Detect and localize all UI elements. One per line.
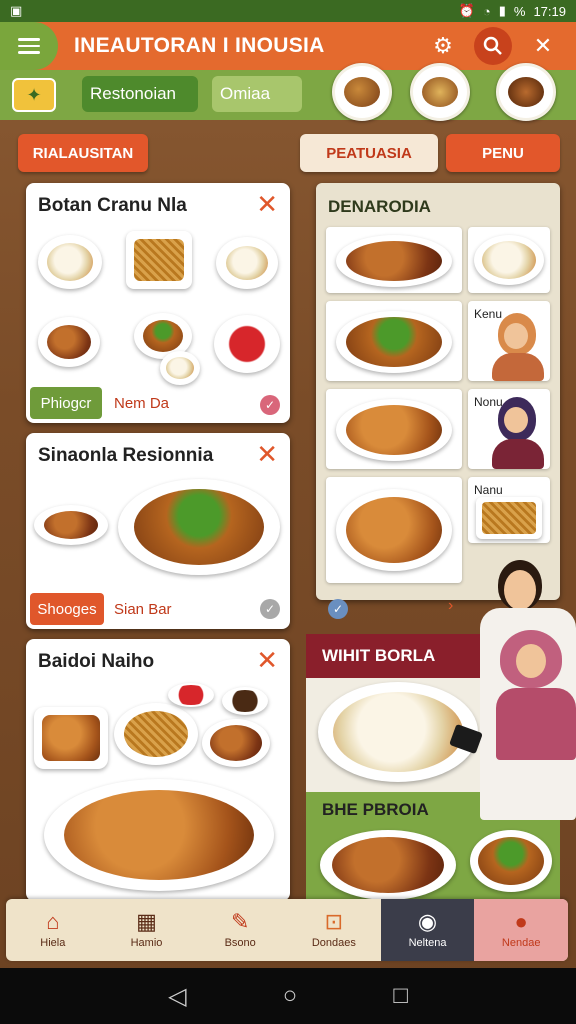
tag-button[interactable]: Shooges <box>30 593 104 625</box>
restaurant-card[interactable]: Botan Cranu Nla ✕ Phiogcr Nem Da ✓ <box>26 183 290 423</box>
nav-food[interactable]: ✎ Bsono <box>193 899 287 961</box>
chip-omiaa[interactable]: Omiaa <box>212 76 302 112</box>
feature-button[interactable]: PEATUASIA <box>300 134 438 172</box>
wifi-icon: ◔ <box>482 3 491 19</box>
dish-image <box>168 683 214 707</box>
dish-image <box>160 351 200 385</box>
tag-label: Nem Da <box>114 395 170 412</box>
menu-action-button[interactable]: PENU <box>446 134 560 172</box>
nav-label: Bsono <box>224 937 256 949</box>
dish-tile[interactable] <box>468 227 550 293</box>
basket-icon: ⊡ <box>324 909 344 934</box>
bottom-nav: ⌂ Hiela ▦ Hamio ✎ Bsono ⊡ Dondaes ◉ Nelt… <box>6 899 568 961</box>
pot-icon: ◉ <box>417 909 438 934</box>
check-icon[interactable]: ✓ <box>260 599 280 619</box>
tag-button[interactable]: Phiogcr <box>30 387 102 419</box>
dish-image <box>202 719 270 767</box>
signal-icon: ▮ <box>498 3 506 18</box>
dish-image <box>126 231 192 289</box>
person-avatar <box>490 313 546 381</box>
dish-image <box>470 830 552 892</box>
nav-pot[interactable]: ◉ Neltena <box>380 899 475 961</box>
dish-image <box>34 505 108 545</box>
tile-label: Nanu <box>474 483 503 497</box>
section-title: BHE PBROIA <box>322 800 429 819</box>
chip-restaurant[interactable]: Restonoian <box>82 76 198 112</box>
dish-image <box>216 237 278 289</box>
dish-image <box>44 779 274 891</box>
dish-thumbnail[interactable] <box>496 63 556 121</box>
status-bar: ▣ ⏰ ◔ ▮ % 17:19 <box>0 0 576 22</box>
close-icon[interactable]: ✕ <box>256 191 278 217</box>
menu-button[interactable] <box>0 22 58 70</box>
nav-home[interactable]: ⌂ Hiela <box>6 899 100 961</box>
recents-icon[interactable]: □ <box>393 982 408 1010</box>
status-time: 17:19 <box>533 3 566 19</box>
home-circle-icon[interactable]: ○ <box>283 982 298 1010</box>
dish-image <box>38 317 100 367</box>
alarm-icon: ⏰ <box>458 3 475 18</box>
nav-label: Neltena <box>408 937 447 949</box>
close-icon[interactable]: ✕ <box>524 27 562 65</box>
dish-tile[interactable] <box>326 227 462 293</box>
card-title: Baidoi Naiho <box>38 651 155 672</box>
grid-icon: ▦ <box>136 909 157 934</box>
image-icon: ▣ <box>10 3 23 18</box>
settings-icon[interactable]: ⚙ <box>424 27 462 65</box>
person-avatar <box>490 397 546 469</box>
system-nav-bar: ◁ ○ □ <box>0 968 576 1024</box>
utensils-icon: ✎ <box>230 909 250 934</box>
dish-image <box>38 235 102 289</box>
dish-image <box>320 830 456 900</box>
dish-thumbnail[interactable] <box>332 63 392 121</box>
person-figure <box>496 630 576 760</box>
dish-image <box>34 707 108 769</box>
dish-tile[interactable] <box>326 477 462 583</box>
restaurant-button[interactable]: RIALAUSITAN <box>18 134 148 172</box>
check-icon[interactable]: ✓ <box>260 395 280 415</box>
app-title: INEAUTORAN I INOUSIA <box>74 34 325 57</box>
restaurant-card[interactable]: Sinaonla Resionnia ✕ Shooges Sian Bar ✓ <box>26 433 290 629</box>
back-icon[interactable]: ◁ <box>168 982 186 1011</box>
restaurant-card[interactable]: Baidoi Naiho ✕ <box>26 639 290 901</box>
close-icon[interactable]: ✕ <box>256 441 278 467</box>
nav-label: Hamio <box>130 937 163 949</box>
battery-percent: % <box>513 3 526 19</box>
dish-thumbnail[interactable] <box>410 63 470 121</box>
dish-tile[interactable] <box>326 389 462 469</box>
dish-image <box>114 703 198 765</box>
nav-basket[interactable]: ⊡ Dondaes <box>287 899 381 961</box>
home-icon: ⌂ <box>46 909 60 934</box>
nav-label: Nendae <box>501 937 541 949</box>
check-icon[interactable]: ✓ <box>328 599 348 619</box>
app-header: INEAUTORAN I INOUSIA ⚙ ✕ <box>0 22 576 70</box>
chef-icon: ● <box>514 909 528 934</box>
dish-tile[interactable]: Nanu <box>468 477 550 543</box>
tag-label: Sian Bar <box>114 601 172 618</box>
featured-panel: DENARODIA Kenu Nonu Nanu ✓ › <box>316 183 560 619</box>
person-tile[interactable]: Nonu <box>468 389 550 469</box>
nav-label: Dondaes <box>311 937 356 949</box>
nav-label: Hiela <box>40 937 66 949</box>
chevron-right-icon[interactable]: › <box>448 597 453 615</box>
dish-image <box>214 315 280 373</box>
dish-image <box>118 479 280 575</box>
dish-tile[interactable] <box>326 301 462 381</box>
person-tile[interactable]: Kenu <box>468 301 550 381</box>
dish-image <box>222 687 268 715</box>
panel-title: DENARODIA <box>328 197 431 216</box>
nav-chef[interactable]: ● Nendae <box>474 899 568 961</box>
search-icon[interactable] <box>474 27 512 65</box>
card-title: Botan Cranu Nla <box>38 195 187 216</box>
close-icon[interactable]: ✕ <box>256 647 278 673</box>
card-title: Sinaonla Resionnia <box>38 445 214 466</box>
coupon-icon[interactable]: ✦ <box>12 78 56 112</box>
nav-grid[interactable]: ▦ Hamio <box>100 899 194 961</box>
